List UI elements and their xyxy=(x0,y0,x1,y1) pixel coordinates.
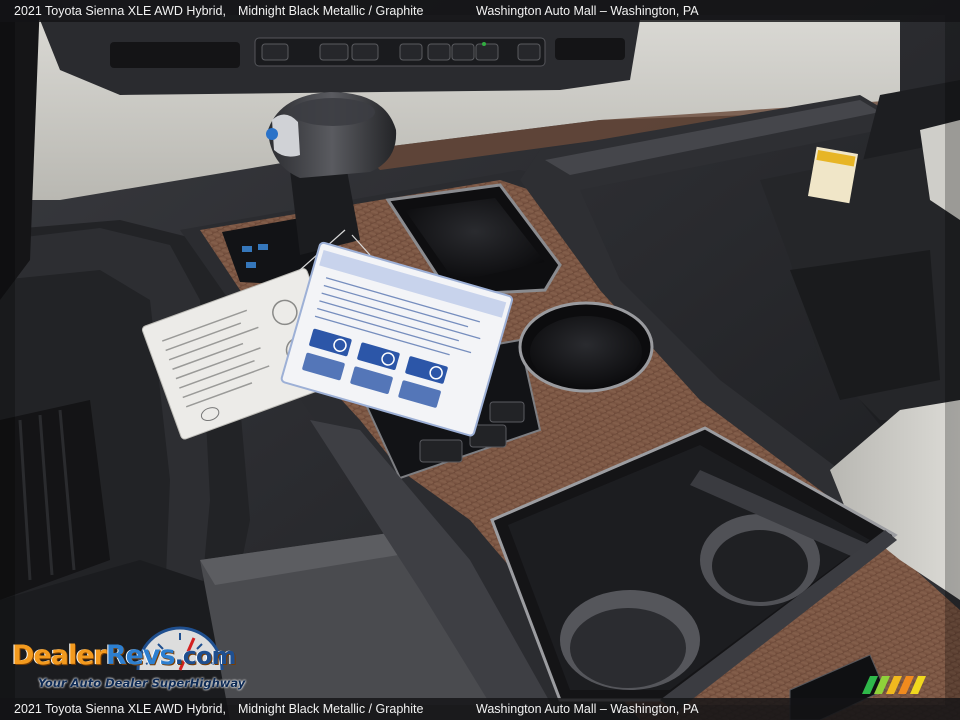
caption-vehicle-info-bottom: 2021 Toyota Sienna XLE AWD Hybrid, Midnig… xyxy=(14,698,423,720)
caption-dealer-bottom: Washington Auto Mall – Washington, PA xyxy=(476,702,699,716)
top-caption-bar: 2021 Toyota Sienna XLE AWD Hybrid, Midnig… xyxy=(0,0,960,22)
logo-text-dealer: Dealer xyxy=(12,640,107,671)
caption-dealer: Washington Auto Mall – Washington, PA xyxy=(476,4,699,18)
caption-color: Midnight Black Metallic / Graphite xyxy=(237,4,424,18)
caption-vehicle: 2021 Toyota Sienna XLE AWD Hybrid, xyxy=(14,4,226,18)
logo-tagline: Your Auto Dealer SuperHighway xyxy=(38,676,246,690)
dealer-stripes-icon xyxy=(862,676,926,694)
dealerrevs-logo: DealerRevs.com xyxy=(12,640,237,671)
caption-color-bottom: Midnight Black Metallic / Graphite xyxy=(237,702,424,716)
dealerrevs-watermark: DealerRevs.com Your Auto Dealer SuperHig… xyxy=(12,624,272,694)
logo-text-revs: Revs xyxy=(105,640,176,671)
vehicle-interior-photo xyxy=(0,0,960,720)
logo-text-dotcom: .com xyxy=(174,642,237,670)
photo-viewer: 2021 Toyota Sienna XLE AWD Hybrid, Midnig… xyxy=(0,0,960,720)
bottom-caption-bar: 2021 Toyota Sienna XLE AWD Hybrid, Midnig… xyxy=(0,698,960,720)
caption-vehicle-info: 2021 Toyota Sienna XLE AWD Hybrid, Midnig… xyxy=(14,0,423,22)
caption-vehicle-bottom: 2021 Toyota Sienna XLE AWD Hybrid, xyxy=(14,702,226,716)
